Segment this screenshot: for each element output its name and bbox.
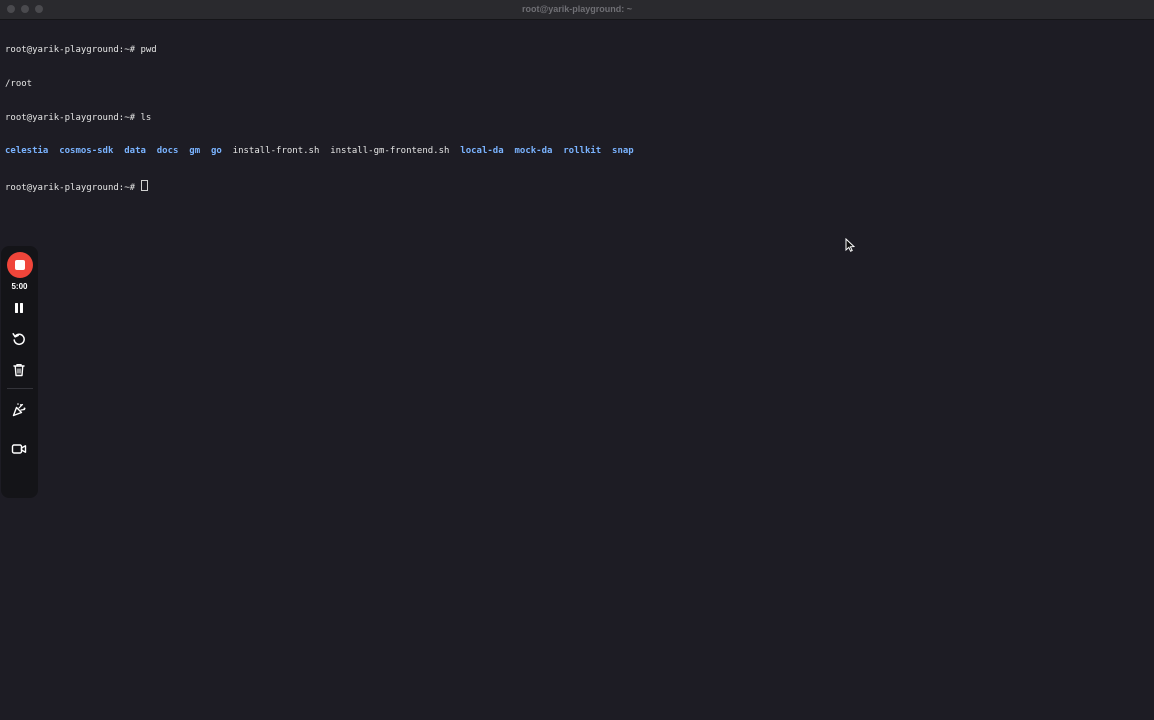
command-output: /root bbox=[5, 79, 33, 89]
restart-button[interactable] bbox=[9, 329, 29, 349]
file-entry: install-front.sh bbox=[232, 146, 320, 157]
terminal-line: root@yarik-playground:~# pwd bbox=[5, 45, 1154, 56]
toolbar-divider bbox=[7, 388, 33, 389]
terminal-window: root@yarik-playground: ~ root@yarik-play… bbox=[0, 0, 1154, 720]
file-entry: install-gm-frontend.sh bbox=[330, 146, 450, 157]
ls-listing: celestia cosmos-sdk data docs gm go inst… bbox=[5, 146, 1154, 157]
stop-icon bbox=[15, 260, 25, 270]
directory-entry: gm bbox=[189, 146, 201, 157]
shell-prompt: root@yarik-playground:~# bbox=[5, 45, 141, 56]
window-title: root@yarik-playground: ~ bbox=[521, 4, 633, 14]
title-bar[interactable]: root@yarik-playground: ~ bbox=[0, 0, 1154, 20]
directory-entry: docs bbox=[156, 146, 179, 157]
mouse-pointer-icon bbox=[845, 238, 855, 252]
terminal-line: root@yarik-playground:~# ls bbox=[5, 113, 1154, 124]
shell-command: ls bbox=[140, 112, 152, 123]
terminal-line: /root bbox=[5, 79, 1154, 90]
pause-button[interactable] bbox=[9, 298, 29, 318]
directory-entry: snap bbox=[612, 146, 634, 157]
camera-icon bbox=[11, 444, 27, 454]
trash-icon bbox=[13, 363, 25, 377]
confetti-icon bbox=[12, 403, 26, 417]
directory-entry: local-da bbox=[460, 146, 504, 157]
terminal-output[interactable]: root@yarik-playground:~# pwd /root root@… bbox=[5, 23, 1154, 213]
shell-prompt: root@yarik-playground:~# bbox=[5, 182, 141, 193]
restart-icon bbox=[12, 333, 25, 346]
directory-entry: data bbox=[124, 146, 146, 157]
directory-entry: celestia bbox=[5, 146, 49, 157]
shell-prompt: root@yarik-playground:~# bbox=[5, 112, 141, 123]
shell-command: pwd bbox=[140, 45, 157, 56]
recording-timer: 5:00 bbox=[11, 282, 28, 291]
directory-entry: go bbox=[210, 146, 222, 157]
recording-toolbar: 5:00 bbox=[1, 246, 38, 498]
delete-button[interactable] bbox=[9, 360, 29, 380]
directory-entry: cosmos-sdk bbox=[59, 146, 114, 157]
pause-icon bbox=[15, 303, 23, 313]
effects-button[interactable] bbox=[9, 400, 29, 420]
directory-entry: mock-da bbox=[514, 146, 553, 157]
camera-button[interactable] bbox=[9, 439, 29, 459]
text-cursor bbox=[141, 179, 149, 191]
stop-recording-button[interactable] bbox=[7, 252, 33, 278]
terminal-line: root@yarik-playground:~# bbox=[5, 179, 1154, 193]
directory-entry: rollkit bbox=[563, 146, 602, 157]
